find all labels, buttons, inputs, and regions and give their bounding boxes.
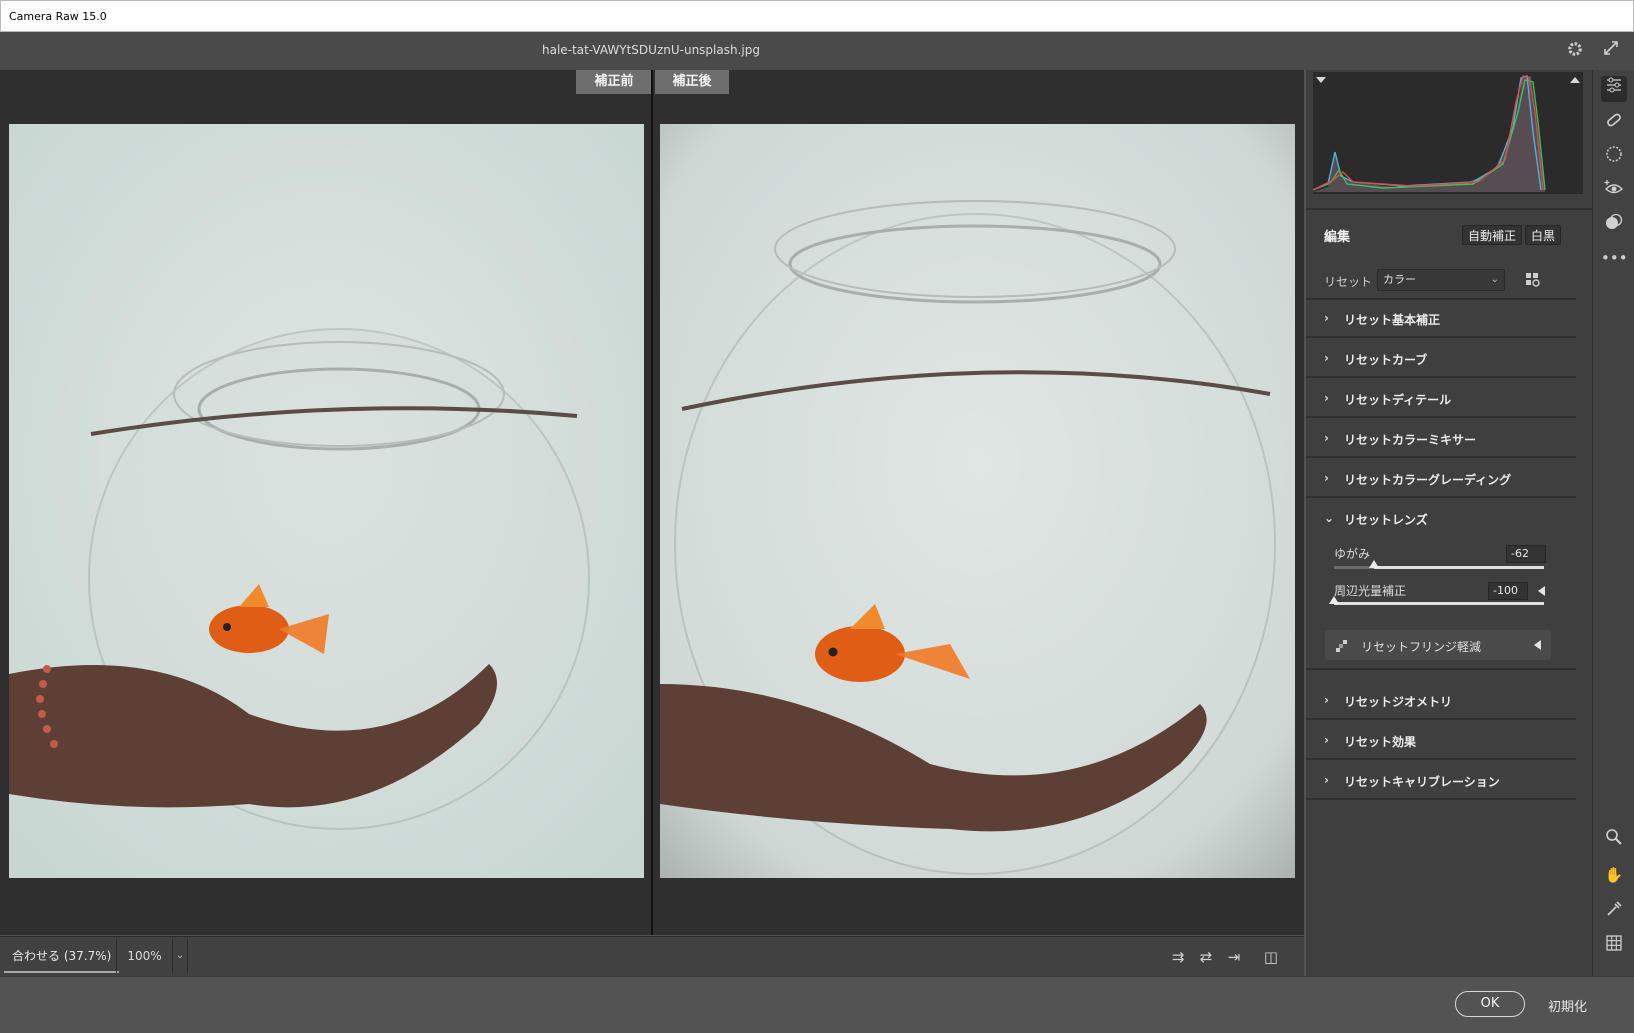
edit-panel: 編集 自動補正 白黒 リセット カラー ⌄ › リセット基本補正 › リセットカ… (1306, 70, 1592, 976)
fringe-reduction-row[interactable]: リセットフリンジ軽減 (1325, 630, 1551, 660)
histogram (1312, 72, 1583, 194)
preset-row: リセット カラー ⌄ (1306, 260, 1592, 300)
after-photo (660, 124, 1295, 878)
section-color-grading[interactable]: › リセットカラーグレーディング (1306, 460, 1576, 498)
distortion-slider-thumb[interactable] (1368, 560, 1379, 568)
section-label: リセットカラーミキサー (1344, 433, 1477, 447)
file-header: hale-tat-VAWYtSDUznU-unsplash.jpg (0, 32, 1634, 70)
chevron-right-icon: › (1324, 471, 1329, 485)
hand-icon[interactable]: ✋ (1601, 862, 1627, 888)
gear-icon[interactable] (1564, 40, 1586, 62)
chevron-right-icon: › (1324, 351, 1329, 365)
more-icon[interactable]: ••• (1601, 245, 1628, 271)
chevron-down-icon: ⌄ (1324, 511, 1335, 525)
auto-button[interactable]: 自動補正 (1462, 225, 1523, 245)
section-color-mixer[interactable]: › リセットカラーミキサー (1306, 420, 1576, 458)
mask-icon[interactable] (1601, 145, 1627, 171)
vignette-slider-fill (1334, 602, 1544, 605)
zoom-fit-button[interactable]: 合わせる (37.7%) (4, 939, 120, 973)
grid-overlay-icon[interactable] (1601, 934, 1627, 960)
viewer-statusbar: 合わせる (37.7%) 100% ⌄ ⇉ ⇄ ⇥ ◫ (0, 936, 1304, 976)
reset-triangle-icon[interactable] (1534, 640, 1541, 650)
zoom-icon[interactable] (1601, 828, 1627, 854)
section-label: リセットカーブ (1344, 353, 1428, 367)
copy-settings-icon[interactable]: ⇥ (1223, 946, 1245, 968)
distortion-slider-fill (1373, 566, 1544, 569)
vignette-slider[interactable] (1334, 602, 1544, 605)
fringe-label: リセットフリンジ軽減 (1361, 640, 1482, 654)
section-label: リセットレンズ (1344, 513, 1428, 527)
zoom-100-button[interactable]: 100% (116, 939, 172, 973)
fullscreen-icon[interactable] (1600, 40, 1622, 62)
app-title: Camera Raw 15.0 (9, 10, 107, 23)
section-label: リセットジオメトリ (1344, 695, 1453, 709)
chevron-right-icon: › (1324, 733, 1329, 747)
vignette-label: 周辺光量補正 (1334, 584, 1407, 598)
section-calibration[interactable]: › リセットキャリブレーション (1306, 762, 1576, 800)
section-label: リセット効果 (1344, 735, 1417, 749)
before-tab[interactable]: 補正前 (576, 70, 652, 94)
image-viewer[interactable]: 補正前 補正後 (0, 70, 1304, 935)
zoom-dropdown[interactable]: ⌄ (172, 939, 188, 973)
vignette-value-field[interactable]: -100 (1488, 582, 1528, 600)
preset-label: リセット (1324, 275, 1373, 289)
section-label: リセットキャリブレーション (1344, 775, 1500, 789)
section-geometry[interactable]: › リセットジオメトリ (1306, 682, 1576, 720)
lens-section-body: ゆがみ -62 周辺光量補正 -100 リセットフリンジ軽減 (1306, 538, 1576, 670)
fringe-icon (1335, 638, 1349, 652)
section-lens[interactable]: ⌄ リセットレンズ (1306, 500, 1576, 538)
compare-divider (651, 70, 653, 935)
chevron-right-icon: › (1324, 773, 1329, 787)
section-basic[interactable]: › リセット基本補正 (1306, 300, 1576, 338)
chevron-right-icon: › (1324, 311, 1329, 325)
section-label: リセット基本補正 (1344, 313, 1441, 327)
filename-label: hale-tat-VAWYtSDUznU-unsplash.jpg (542, 43, 760, 57)
distortion-slider[interactable] (1334, 566, 1544, 569)
presets-icon[interactable] (1601, 213, 1627, 239)
vignette-slider-thumb[interactable] (1329, 596, 1339, 604)
profile-select[interactable]: カラー ⌄ (1377, 269, 1505, 291)
separator (1306, 208, 1592, 210)
profile-select-value: カラー (1383, 273, 1416, 286)
distortion-value-field[interactable]: -62 (1506, 545, 1546, 563)
swap-settings-icon[interactable]: ⇄ (1195, 946, 1217, 968)
color-sampler-icon[interactable] (1601, 900, 1627, 926)
before-photo (9, 124, 644, 878)
profile-browser-icon[interactable] (1525, 272, 1541, 288)
edit-header: 編集 自動補正 白黒 (1306, 216, 1592, 252)
edit-sliders-icon[interactable] (1601, 76, 1627, 102)
swap-before-after-icon[interactable]: ⇉ (1167, 946, 1189, 968)
section-label: リセットディテール (1344, 393, 1452, 407)
section-curve[interactable]: › リセットカーブ (1306, 340, 1576, 378)
chevron-right-icon: › (1324, 693, 1329, 707)
chevron-right-icon: › (1324, 431, 1329, 445)
window-titlebar: Camera Raw 15.0 (0, 0, 1634, 32)
section-label: リセットカラーグレーディング (1344, 473, 1512, 487)
chevron-right-icon: › (1324, 391, 1329, 405)
ok-button[interactable]: OK (1455, 991, 1525, 1017)
distortion-label: ゆがみ (1334, 547, 1371, 561)
chevron-down-icon: ⌄ (1490, 274, 1499, 285)
edit-title: 編集 (1324, 230, 1351, 245)
dialog-footer: OK 初期化 (0, 976, 1634, 1033)
section-effects[interactable]: › リセット効果 (1306, 722, 1576, 760)
toggle-view-icon[interactable]: ◫ (1260, 946, 1282, 968)
reset-button[interactable]: 初期化 (1548, 996, 1587, 1015)
red-eye-icon[interactable] (1601, 179, 1627, 205)
black-white-button[interactable]: 白黒 (1525, 225, 1562, 245)
section-detail[interactable]: › リセットディテール (1306, 380, 1576, 418)
tool-strip: ••• ✋ (1592, 70, 1634, 976)
reset-triangle-icon[interactable] (1538, 586, 1545, 596)
after-tab[interactable]: 補正後 (655, 70, 729, 94)
healing-brush-icon[interactable] (1601, 111, 1627, 137)
